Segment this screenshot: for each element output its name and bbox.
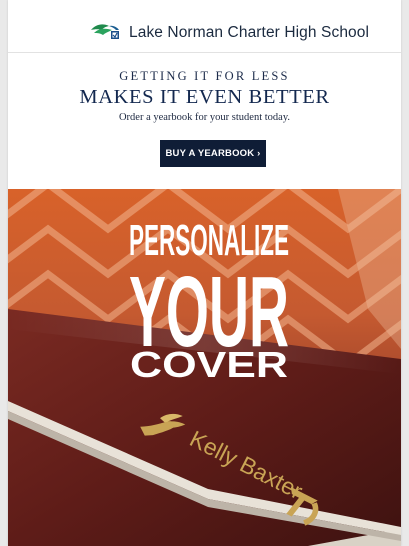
promo-section: GETTING IT FOR LESS MAKES IT EVEN BETTER…: [8, 53, 401, 189]
personalize-cover-banner[interactable]: Kelly Baxter PERSONALIZE YOUR COVER: [8, 189, 401, 546]
promo-headline: MAKES IT EVEN BETTER: [79, 86, 330, 108]
email-header: Lake Norman Charter High School: [8, 0, 401, 53]
email-viewport: Lake Norman Charter High School GETTING …: [0, 0, 409, 546]
hero-image: Kelly Baxter PERSONALIZE YOUR COVER: [8, 189, 401, 546]
buy-yearbook-button[interactable]: BUY A YEARBOOK ›: [160, 140, 266, 167]
hero-line-cover: COVER: [130, 344, 288, 385]
school-name: Lake Norman Charter High School: [129, 24, 370, 41]
bird-logo-icon: [91, 24, 119, 39]
promo-kicker: GETTING IT FOR LESS: [119, 69, 290, 83]
email-body: Lake Norman Charter High School GETTING …: [8, 0, 401, 546]
promo-subtext: Order a yearbook for your student today.: [118, 112, 291, 123]
